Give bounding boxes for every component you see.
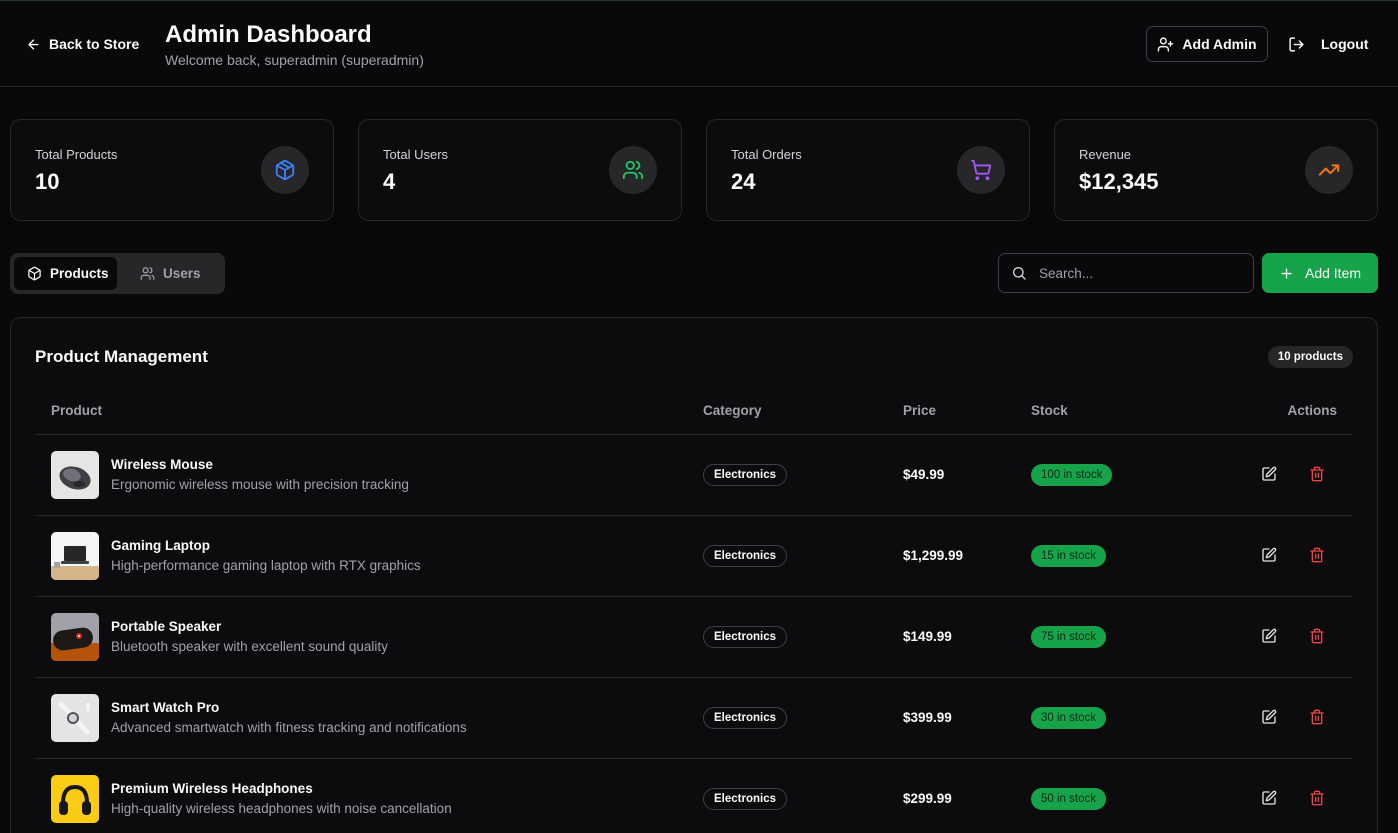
category-badge: Electronics bbox=[703, 545, 787, 567]
stat-value: 4 bbox=[383, 169, 396, 194]
add-admin-label: Add Admin bbox=[1182, 36, 1257, 52]
column-header-price: Price bbox=[903, 403, 937, 418]
trash-icon[interactable] bbox=[1309, 547, 1327, 565]
logout-label: Logout bbox=[1321, 36, 1369, 52]
product-price: $49.99 bbox=[903, 467, 945, 482]
product-name: Wireless Mouse bbox=[111, 457, 213, 472]
panel-title: Product Management bbox=[35, 347, 208, 366]
stat-value: 10 bbox=[35, 169, 60, 194]
trash-icon[interactable] bbox=[1309, 709, 1327, 727]
product-image-smartwatch bbox=[51, 694, 99, 742]
category-badge: Electronics bbox=[703, 626, 787, 648]
column-header-product: Product bbox=[51, 403, 103, 418]
stock-badge: 15 in stock bbox=[1031, 545, 1106, 567]
product-name: Smart Watch Pro bbox=[111, 700, 220, 715]
stock-badge: 75 in stock bbox=[1031, 626, 1106, 648]
stat-value: 24 bbox=[731, 169, 756, 194]
users-icon bbox=[609, 146, 657, 194]
product-description: High-quality wireless headphones with no… bbox=[111, 801, 452, 816]
welcome-message: Welcome back, superadmin (superadmin) bbox=[165, 52, 424, 68]
category-badge: Electronics bbox=[703, 788, 787, 810]
table-row: Smart Watch Pro Advanced smartwatch with… bbox=[35, 678, 1353, 759]
stock-badge: 30 in stock bbox=[1031, 707, 1106, 729]
edit-icon[interactable] bbox=[1261, 547, 1279, 565]
add-item-label: Add Item bbox=[1304, 265, 1362, 281]
header: Back to Store Admin Dashboard Welcome ba… bbox=[0, 1, 1398, 87]
tab-list: Products Users bbox=[10, 253, 225, 294]
column-header-actions: Actions bbox=[1287, 403, 1337, 418]
product-price: $149.99 bbox=[903, 629, 952, 644]
stat-label: Total Products bbox=[35, 147, 118, 162]
user-plus-icon bbox=[1157, 36, 1174, 53]
product-description: Bluetooth speaker with excellent sound q… bbox=[111, 639, 388, 654]
edit-icon[interactable] bbox=[1261, 466, 1279, 484]
product-description: Ergonomic wireless mouse with precision … bbox=[111, 477, 409, 492]
column-header-category: Category bbox=[703, 403, 762, 418]
package-icon bbox=[27, 266, 42, 281]
trash-icon[interactable] bbox=[1309, 628, 1327, 646]
users-icon bbox=[140, 266, 155, 281]
search-box[interactable] bbox=[998, 253, 1254, 293]
product-image-headphones bbox=[51, 775, 99, 823]
table-row: Gaming Laptop High-performance gaming la… bbox=[35, 516, 1353, 597]
plus-icon bbox=[1279, 266, 1294, 281]
table-row: Premium Wireless Headphones High-quality… bbox=[35, 759, 1353, 833]
table-header: Product Category Price Stock Actions bbox=[35, 390, 1353, 435]
product-image-mouse bbox=[51, 451, 99, 499]
stat-label: Total Users bbox=[383, 147, 449, 162]
search-icon bbox=[1011, 265, 1027, 281]
product-description: High-performance gaming laptop with RTX … bbox=[111, 558, 421, 573]
back-to-store-label: Back to Store bbox=[49, 36, 140, 52]
table-row: Portable Speaker Bluetooth speaker with … bbox=[35, 597, 1353, 678]
page-title: Admin Dashboard bbox=[165, 21, 372, 48]
product-name: Premium Wireless Headphones bbox=[111, 781, 313, 796]
add-admin-button[interactable]: Add Admin bbox=[1146, 26, 1268, 62]
product-image-speaker bbox=[51, 613, 99, 661]
product-management-panel: Product Management 10 products Product C… bbox=[10, 317, 1378, 833]
add-item-button[interactable]: Add Item bbox=[1262, 253, 1378, 293]
stat-card-revenue: Revenue $12,345 bbox=[1054, 119, 1378, 221]
edit-icon[interactable] bbox=[1261, 709, 1279, 727]
product-name: Gaming Laptop bbox=[111, 538, 210, 553]
title-block: Admin Dashboard Welcome back, superadmin… bbox=[165, 21, 424, 68]
column-header-stock: Stock bbox=[1031, 403, 1068, 418]
product-price: $299.99 bbox=[903, 791, 952, 806]
tab-products[interactable]: Products bbox=[14, 257, 117, 290]
stat-value: $12,345 bbox=[1079, 169, 1159, 194]
trash-icon[interactable] bbox=[1309, 790, 1327, 808]
cart-icon bbox=[957, 146, 1005, 194]
stat-card-total-users: Total Users 4 bbox=[358, 119, 682, 221]
search-input[interactable] bbox=[1039, 265, 1229, 281]
back-to-store-link[interactable]: Back to Store bbox=[26, 34, 139, 54]
product-description: Advanced smartwatch with fitness trackin… bbox=[111, 720, 467, 735]
table-row: Wireless Mouse Ergonomic wireless mouse … bbox=[35, 435, 1353, 516]
trash-icon[interactable] bbox=[1309, 466, 1327, 484]
category-badge: Electronics bbox=[703, 464, 787, 486]
edit-icon[interactable] bbox=[1261, 790, 1279, 808]
logout-icon bbox=[1288, 36, 1305, 53]
category-badge: Electronics bbox=[703, 707, 787, 729]
stock-badge: 50 in stock bbox=[1031, 788, 1106, 810]
stock-badge: 100 in stock bbox=[1031, 464, 1113, 486]
product-count-badge: 10 products bbox=[1267, 346, 1353, 368]
trending-up-icon bbox=[1305, 146, 1353, 194]
tab-users[interactable]: Users bbox=[127, 257, 221, 290]
table-body: Wireless Mouse Ergonomic wireless mouse … bbox=[35, 435, 1353, 833]
edit-icon[interactable] bbox=[1261, 628, 1279, 646]
package-icon bbox=[261, 146, 309, 194]
stat-card-total-orders: Total Orders 24 bbox=[706, 119, 1030, 221]
product-price: $1,299.99 bbox=[903, 548, 964, 563]
tab-label: Products bbox=[50, 266, 109, 281]
stat-label: Total Orders bbox=[731, 147, 802, 162]
stat-label: Revenue bbox=[1079, 147, 1132, 162]
product-image-laptop bbox=[51, 532, 99, 580]
product-price: $399.99 bbox=[903, 710, 952, 725]
stat-card-total-products: Total Products 10 bbox=[10, 119, 334, 221]
logout-button[interactable]: Logout bbox=[1286, 26, 1376, 62]
tab-label: Users bbox=[163, 266, 201, 281]
product-name: Portable Speaker bbox=[111, 619, 222, 634]
arrow-left-icon bbox=[26, 37, 41, 52]
